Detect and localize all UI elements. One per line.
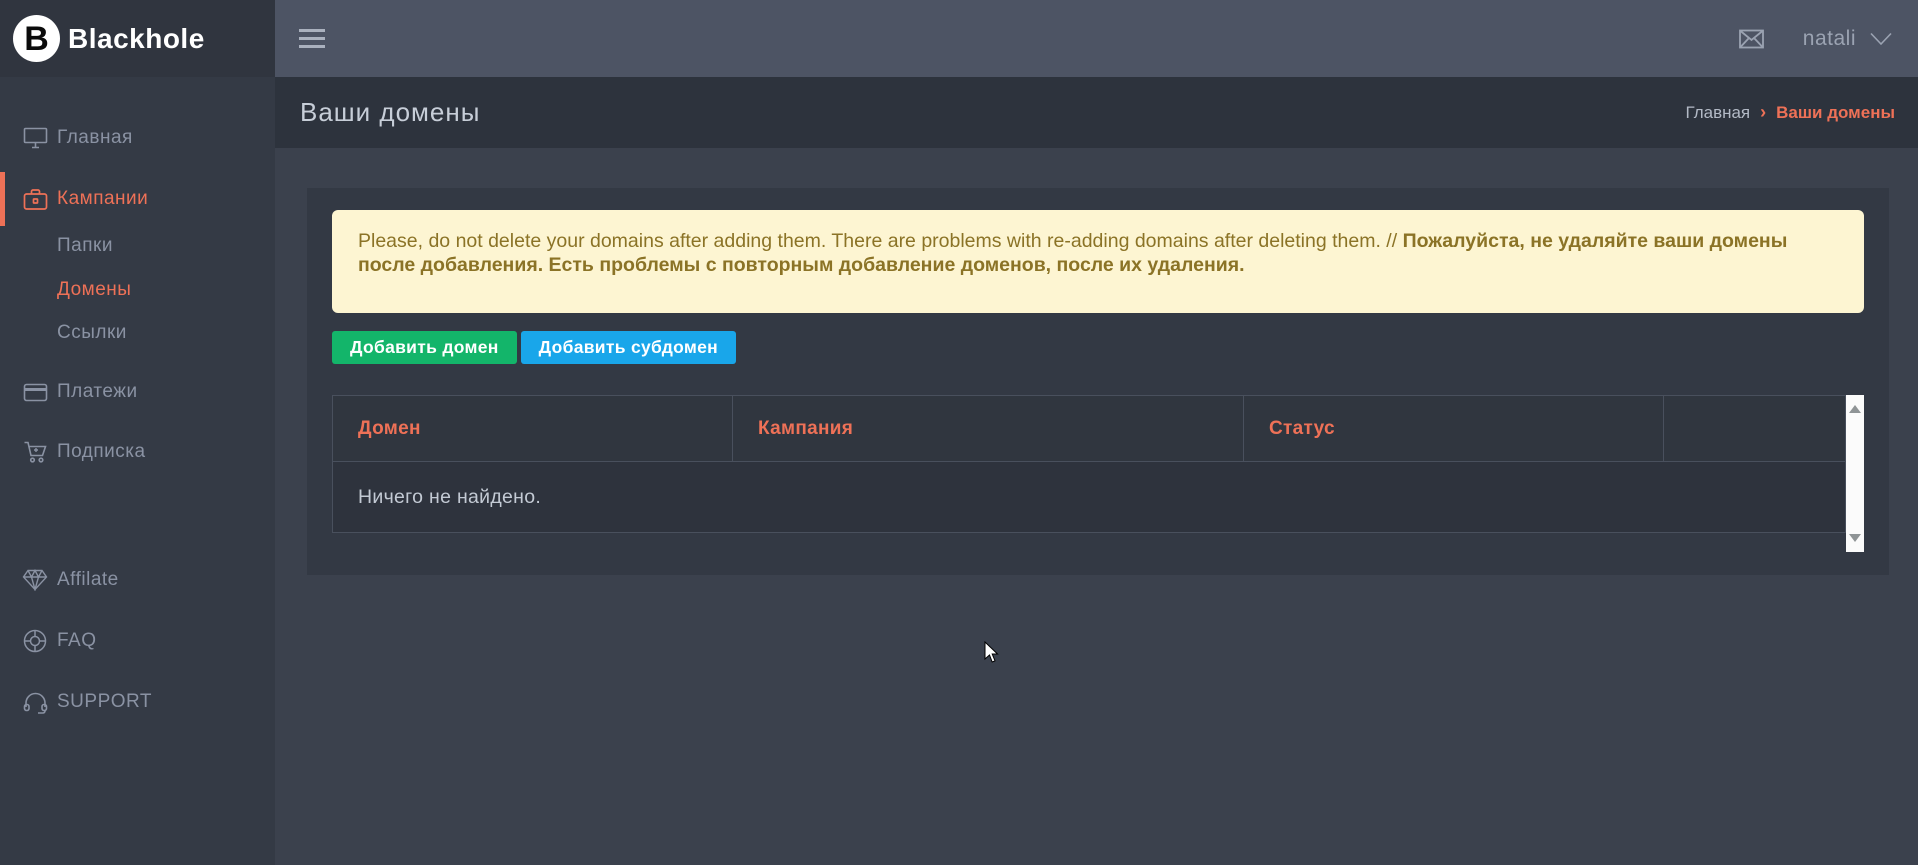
warning-text-en: Please, do not delete your domains after… — [358, 230, 1403, 252]
monitor-icon — [22, 127, 48, 149]
brand[interactable]: B Blackhole — [0, 0, 275, 77]
brand-name: Blackhole — [68, 23, 205, 55]
sidebar: Главная Кампании Папки Домены Ссылки — [0, 77, 275, 865]
actions-row: Добавить домен Добавить субдомен — [332, 331, 1864, 364]
top-navbar: B Blackhole natali — [0, 0, 1918, 77]
warning-alert: Please, do not delete your domains after… — [332, 210, 1864, 313]
hamburger-bar — [299, 45, 325, 48]
username: natali — [1803, 27, 1856, 51]
breadcrumb-home-link[interactable]: Главная — [1685, 103, 1750, 123]
sidebar-item-label: Платежи — [57, 381, 138, 403]
sidebar-item-label: SUPPORT — [57, 691, 152, 713]
column-header-status[interactable]: Статус — [1244, 396, 1664, 462]
add-domain-button[interactable]: Добавить домен — [332, 331, 517, 364]
sidebar-item-affilate[interactable]: Affilate — [0, 560, 275, 600]
sidebar-item-subscription[interactable]: Подписка — [0, 432, 275, 472]
sidebar-item-label: Ссылки — [57, 322, 127, 344]
sidebar-item-label: Подписка — [57, 441, 146, 463]
hamburger-bar — [299, 29, 325, 32]
table-header-row: Домен Кампания Статус — [333, 396, 1846, 462]
main-content: Please, do not delete your domains after… — [275, 148, 1918, 865]
user-menu[interactable]: natali — [1803, 27, 1892, 51]
hamburger-bar — [299, 37, 325, 40]
breadcrumb: Главная › Ваши домены — [1685, 102, 1895, 123]
chevron-down-icon — [1870, 32, 1892, 46]
breadcrumb-current: Ваши домены — [1776, 103, 1895, 123]
scroll-up-icon[interactable] — [1849, 405, 1861, 413]
column-header-actions — [1664, 396, 1846, 462]
sidebar-item-folders[interactable]: Папки — [0, 229, 275, 263]
menu-toggle-button[interactable] — [293, 18, 331, 59]
navbar-actions: natali — [1738, 27, 1892, 51]
sidebar-item-label: FAQ — [57, 630, 97, 652]
logo-letter: B — [24, 22, 49, 56]
sidebar-item-campaigns[interactable]: Кампании — [0, 172, 275, 226]
cart-plus-icon — [22, 440, 48, 464]
add-subdomain-button[interactable]: Добавить субдомен — [521, 331, 736, 364]
sidebar-item-payments[interactable]: Платежи — [0, 372, 275, 412]
domains-card: Please, do not delete your domains after… — [307, 188, 1889, 575]
page-title: Ваши домены — [300, 97, 480, 128]
breadcrumb-separator-icon: › — [1760, 102, 1766, 123]
column-header-campaign[interactable]: Кампания — [733, 396, 1244, 462]
sidebar-item-label: Папки — [57, 235, 113, 257]
sidebar-item-domains[interactable]: Домены — [0, 273, 275, 307]
table-scrollbar[interactable] — [1846, 395, 1864, 552]
credit-card-icon — [22, 383, 48, 402]
domains-table: Домен Кампания Статус Ничего не найдено. — [332, 395, 1846, 533]
sidebar-item-support[interactable]: SUPPORT — [0, 682, 275, 722]
sidebar-item-label: Кампании — [57, 188, 148, 210]
brand-logo-icon: B — [13, 15, 60, 62]
domains-table-container: Домен Кампания Статус Ничего не найдено. — [332, 395, 1864, 552]
sidebar-item-links[interactable]: Ссылки — [0, 316, 275, 350]
sidebar-item-home[interactable]: Главная — [0, 118, 275, 158]
life-ring-icon — [22, 629, 48, 653]
column-header-domain[interactable]: Домен — [333, 396, 733, 462]
empty-message: Ничего не найдено. — [333, 462, 1846, 533]
sidebar-item-faq[interactable]: FAQ — [0, 621, 275, 661]
briefcase-icon — [22, 188, 48, 211]
gem-icon — [22, 569, 48, 591]
sidebar-item-label: Главная — [57, 127, 133, 149]
sidebar-item-label: Affilate — [57, 569, 119, 591]
page-header: Ваши домены Главная › Ваши домены — [275, 77, 1918, 148]
scroll-down-icon[interactable] — [1849, 534, 1861, 542]
table-empty-row: Ничего не найдено. — [333, 462, 1846, 533]
sidebar-item-label: Домены — [57, 279, 131, 301]
navbar-right: natali — [275, 0, 1918, 77]
envelope-icon — [1738, 27, 1765, 51]
headphones-icon — [22, 691, 48, 714]
mail-icon[interactable] — [1738, 27, 1765, 51]
